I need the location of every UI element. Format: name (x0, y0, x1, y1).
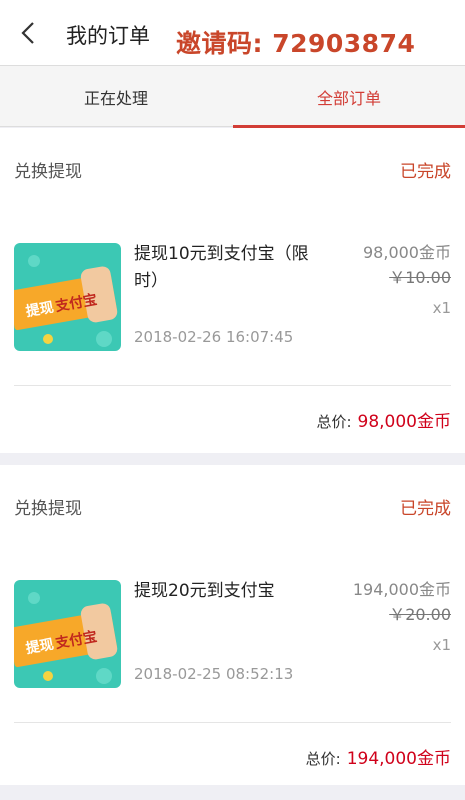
original-price: ￥20.00 (389, 605, 451, 624)
order-status: 已完成 (400, 499, 451, 519)
total-amount: 194,000金币 (346, 749, 451, 769)
back-arrow-icon[interactable] (14, 18, 44, 48)
invite-code: 邀请码: 72903874 (176, 29, 416, 58)
product-thumbnail[interactable]: 提现 支付宝 (14, 580, 121, 688)
tab-processing[interactable]: 正在处理 (0, 66, 232, 127)
order-card[interactable]: 兑换提现 已完成 提现 支付宝 提现20元到支付宝 2018-02-25 08:… (0, 465, 465, 785)
order-type: 兑换提现 (14, 162, 82, 182)
app-header: 我的订单 邀请码: 72903874 (0, 0, 465, 66)
product-name[interactable]: 提现20元到支付宝 (134, 578, 334, 605)
divider (14, 385, 451, 386)
order-total: 总价: 194,000金币 (306, 744, 451, 769)
order-total: 总价: 98,000金币 (316, 407, 451, 432)
order-tabs: 正在处理 全部订单 (0, 66, 465, 128)
total-label: 总价: (316, 413, 352, 431)
product-thumbnail[interactable]: 提现 支付宝 (14, 243, 121, 351)
total-amount: 98,000金币 (357, 412, 451, 432)
tab-all-orders[interactable]: 全部订单 (233, 66, 465, 128)
original-price: ￥10.00 (389, 268, 451, 287)
divider (14, 722, 451, 723)
alipay-withdraw-image: 提现 支付宝 (14, 580, 121, 688)
alipay-withdraw-image: 提现 支付宝 (14, 243, 121, 351)
page-title: 我的订单 (66, 24, 150, 48)
product-name[interactable]: 提现10元到支付宝（限时） (134, 241, 334, 295)
order-date: 2018-02-25 08:52:13 (134, 665, 294, 683)
quantity: x1 (432, 299, 451, 317)
order-type: 兑换提现 (14, 499, 82, 519)
order-status: 已完成 (400, 162, 451, 182)
price-coins: 98,000金币 (363, 243, 451, 262)
quantity: x1 (432, 636, 451, 654)
total-label: 总价: (305, 750, 341, 768)
price-coins: 194,000金币 (352, 580, 451, 599)
order-card[interactable]: 兑换提现 已完成 提现 支付宝 提现10元到支付宝（限时） 2018-02-26… (0, 128, 465, 453)
order-date: 2018-02-26 16:07:45 (134, 328, 294, 346)
